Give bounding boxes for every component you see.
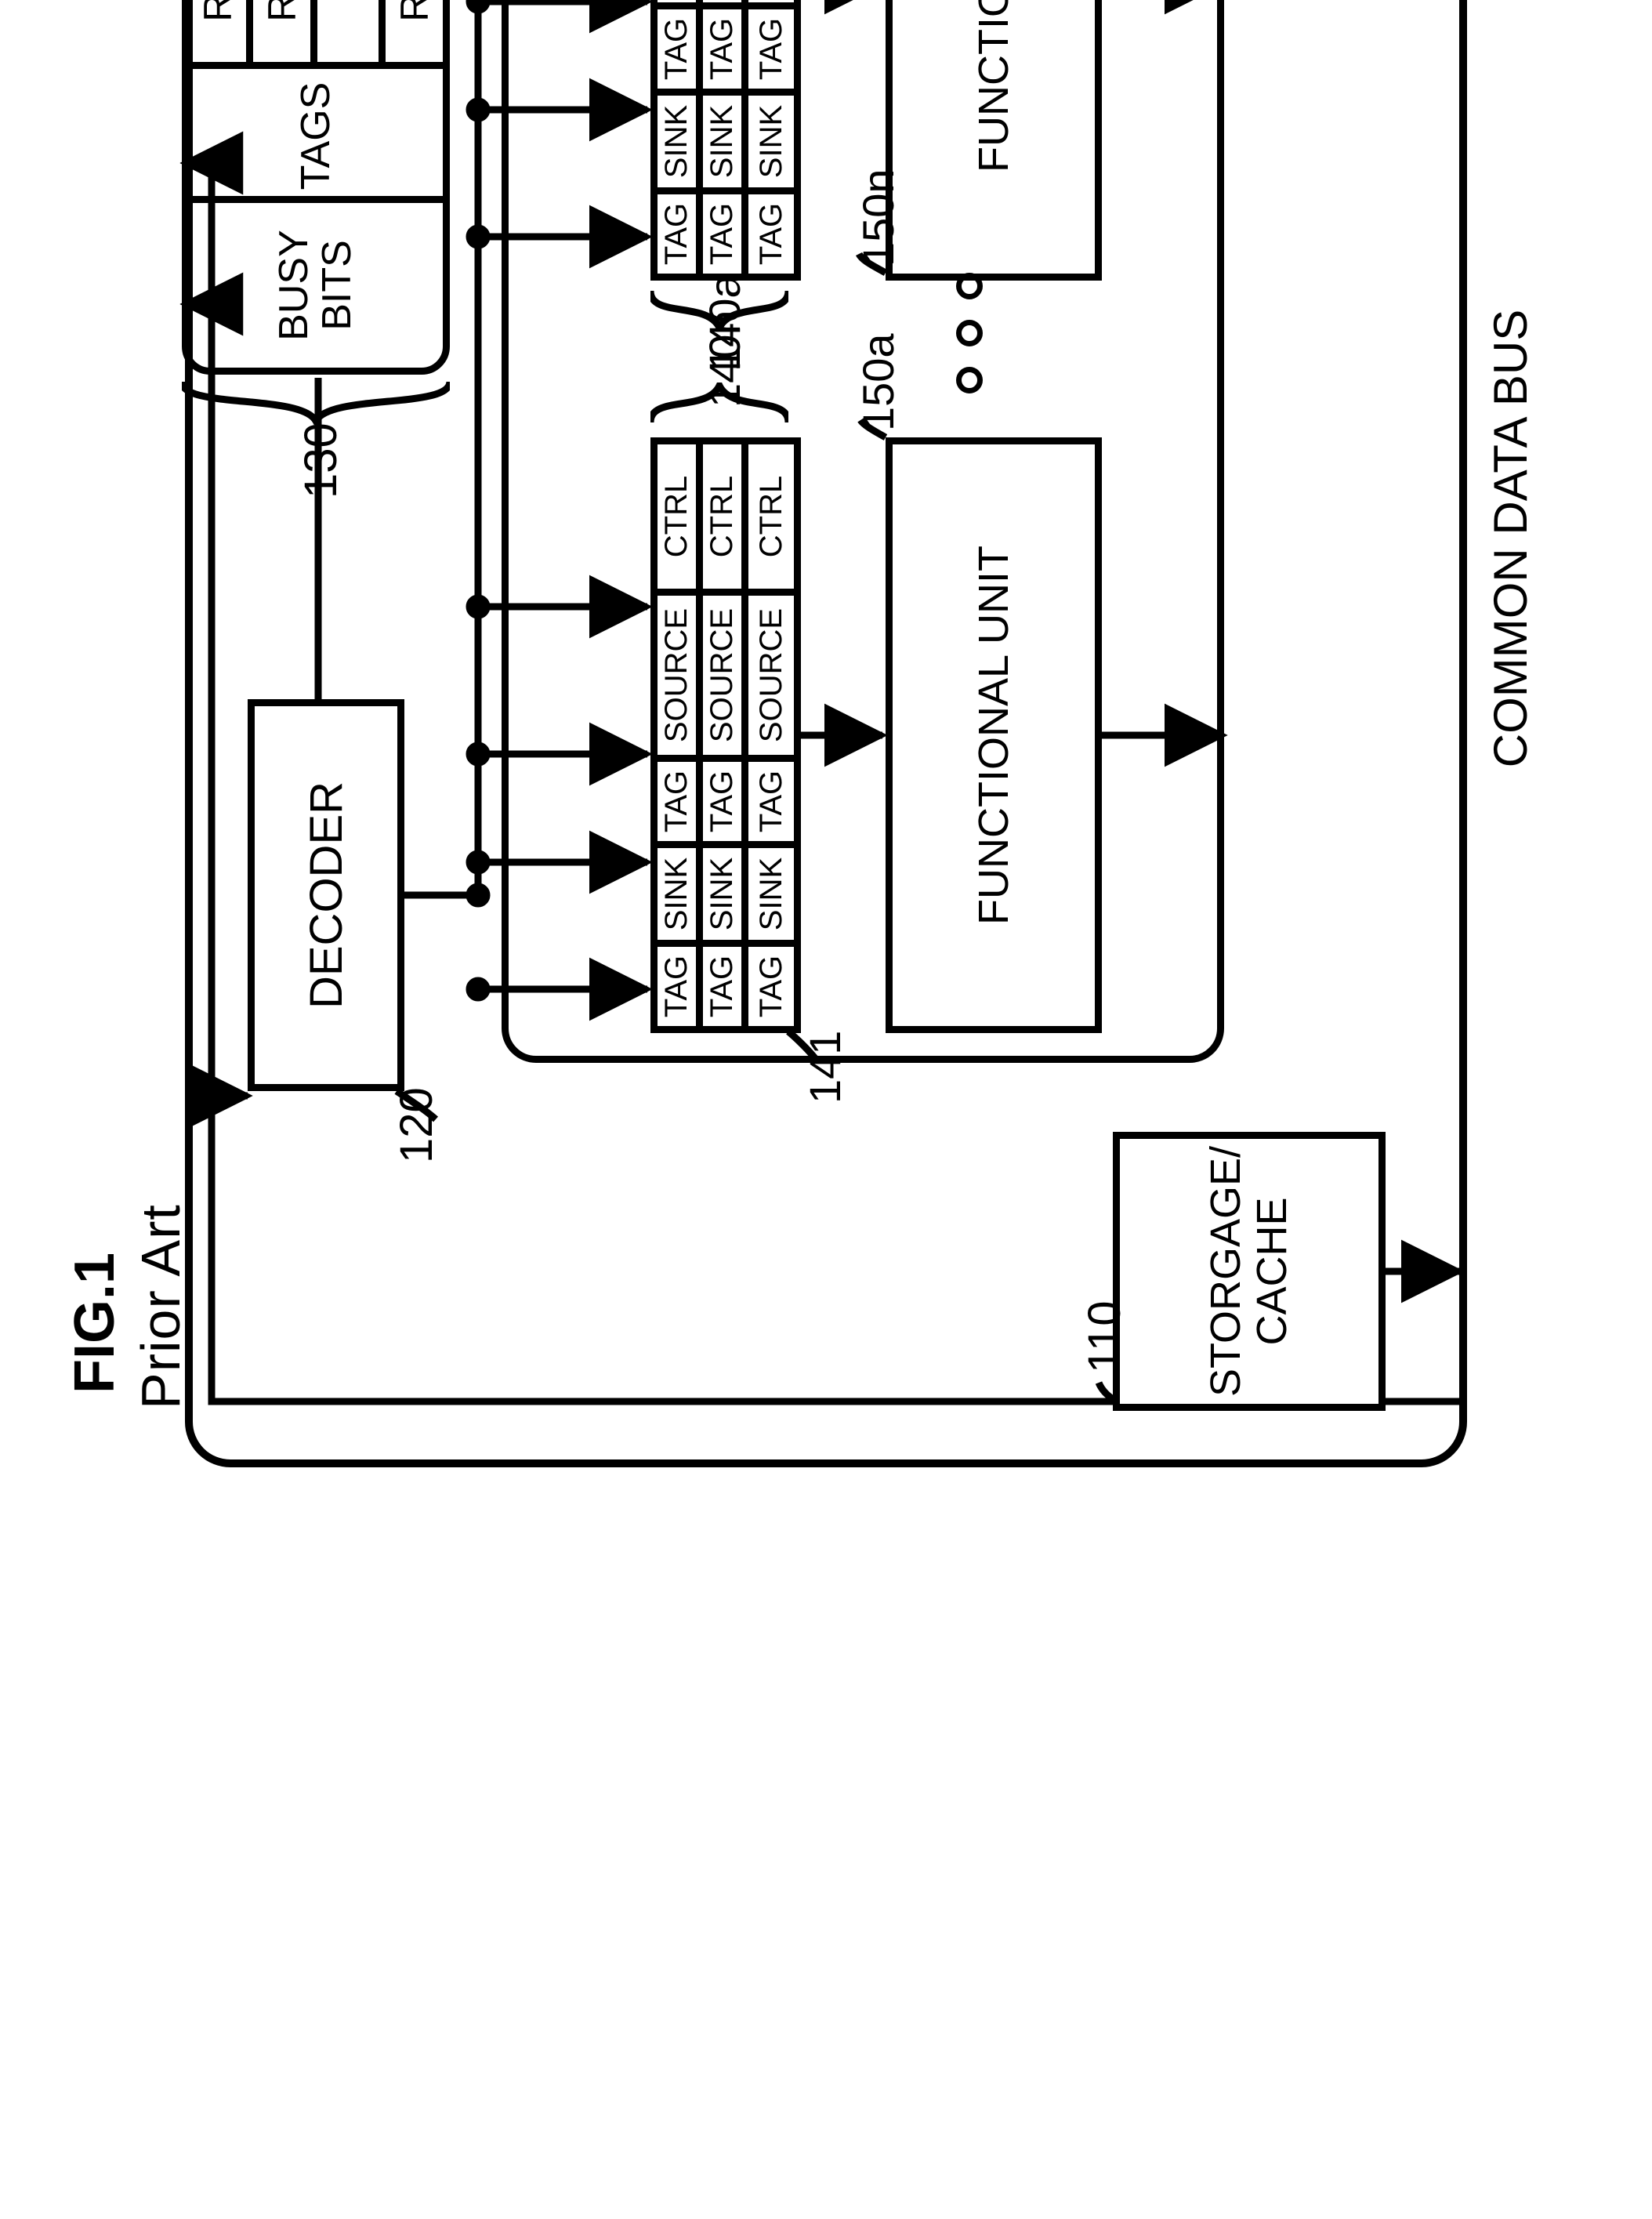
rs-row: TAG SINK TAG SOURCE CTRL xyxy=(658,0,703,274)
rs-col-tag2: TAG xyxy=(658,755,696,841)
rs-row: TAG SINK TAG SOURCE CTRL xyxy=(703,0,748,274)
register-file-block: BUSY BITS TAGS REGISTER REGISTER REGISTE… xyxy=(182,0,450,375)
rs-row: TAG SINK TAG SOURCE CTRL xyxy=(703,444,748,1026)
figure-title: FIG.1 xyxy=(63,1253,127,1394)
tags-cell: TAGS xyxy=(189,69,443,203)
rs-entry-ref-label: 141 xyxy=(799,1031,850,1104)
fu-n-ref-label: 150n xyxy=(853,169,904,266)
rs-col-source: SOURCE xyxy=(658,589,696,755)
fu-a-ref-label: 150a xyxy=(853,333,904,431)
register-cell: REGISTER xyxy=(379,0,443,62)
rs-col-ctrl: CTRL xyxy=(658,444,696,589)
functional-unit-ellipsis xyxy=(956,273,983,393)
register-cell: REGISTER xyxy=(189,0,253,62)
functional-unit-n: FUNCTIONAL UNIT xyxy=(886,0,1102,281)
rs-n-ref-label: 140n xyxy=(699,310,750,408)
rs-row: TAG SINK TAG SOURCE CTRL xyxy=(748,0,794,274)
figure-subtitle: Prior Art xyxy=(129,1204,192,1409)
rs-col-tag: TAG xyxy=(658,940,696,1026)
execution-core-boundary xyxy=(502,0,1224,1063)
brace-130 xyxy=(182,378,450,425)
reservation-station-n: TAG SINK TAG SOURCE CTRL TAG SINK TAG SO… xyxy=(650,0,801,281)
busy-bits-cell: BUSY BITS xyxy=(189,196,443,368)
rs-col-sink: SINK xyxy=(658,841,696,940)
tag-unit-ref-label: 130 xyxy=(295,422,347,499)
decoder-block: DECODER xyxy=(248,699,404,1091)
common-data-bus-label: COMMON DATA BUS xyxy=(1484,310,1538,767)
storage-ref-label: 110 xyxy=(1078,1301,1131,1373)
rs-row: TAG SINK TAG SOURCE CTRL xyxy=(658,444,703,1026)
register-ellipsis xyxy=(317,0,380,62)
decoder-ref-label: 120 xyxy=(390,1087,443,1163)
register-cell: REGISTER xyxy=(253,0,317,62)
rs-row: TAG SINK TAG SOURCE CTRL xyxy=(748,444,794,1026)
storage-cache-block: STORGAGE/ CACHE xyxy=(1113,1132,1386,1411)
reservation-station-a: TAG SINK TAG SOURCE CTRL TAG SINK TAG SO… xyxy=(650,437,801,1033)
functional-unit-a: FUNCTIONAL UNIT xyxy=(886,437,1102,1033)
